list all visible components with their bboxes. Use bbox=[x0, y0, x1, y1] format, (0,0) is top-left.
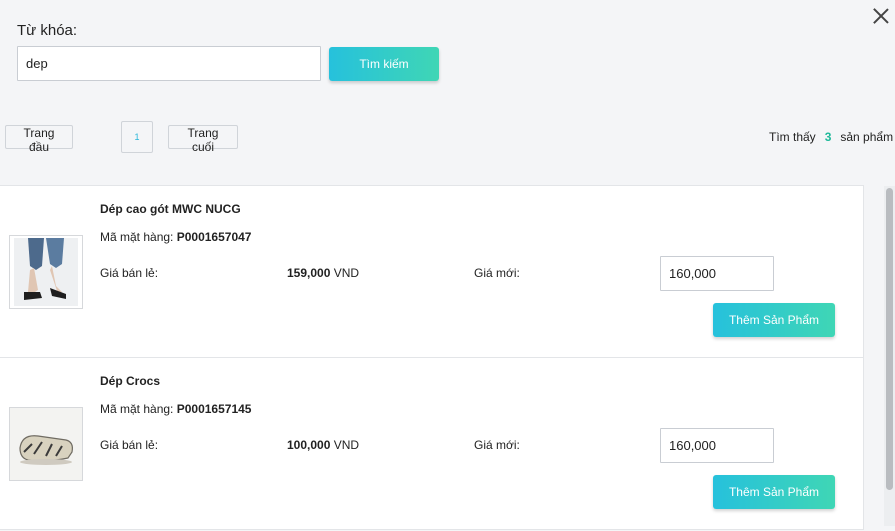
close-icon[interactable] bbox=[871, 6, 891, 26]
new-price-label: Giá mới: bbox=[474, 266, 520, 280]
retail-price-currency: VND bbox=[333, 438, 360, 452]
result-count-prefix: Tìm thấy bbox=[769, 130, 816, 144]
retail-price-label: Giá bán lẻ: bbox=[100, 438, 159, 452]
page-number-button[interactable]: 1 bbox=[121, 121, 153, 153]
product-code: Mã mặt hàng: P0001657145 bbox=[100, 402, 251, 416]
search-button[interactable]: Tìm kiếm bbox=[329, 47, 439, 81]
scrollbar-thumb[interactable] bbox=[886, 188, 893, 490]
results-scrollbar[interactable] bbox=[884, 186, 895, 526]
product-code-value: P0001657047 bbox=[176, 230, 252, 244]
keyword-label: Từ khóa: bbox=[17, 22, 78, 39]
product-card: Dép Crocs Mã mặt hàng: P0001657145 Giá b… bbox=[0, 357, 864, 530]
retail-price: 100,000 VND bbox=[287, 438, 359, 452]
result-count-value: 3 bbox=[824, 130, 832, 144]
product-list: Dép cao gót MWC NUCG Mã mặt hàng: P00016… bbox=[0, 185, 864, 531]
product-code-label: Mã mặt hàng: bbox=[100, 230, 174, 244]
product-name: Dép cao gót MWC NUCG bbox=[100, 202, 241, 216]
retail-price-label: Giá bán lẻ: bbox=[100, 266, 159, 280]
product-code: Mã mặt hàng: P0001657047 bbox=[100, 230, 251, 244]
add-product-button[interactable]: Thêm Sản Phẩm bbox=[713, 475, 835, 509]
product-card: Dép cao gót MWC NUCG Mã mặt hàng: P00016… bbox=[0, 185, 864, 358]
retail-price-amount: 159,000 bbox=[287, 266, 331, 280]
product-code-label: Mã mặt hàng: bbox=[100, 402, 174, 416]
product-name: Dép Crocs bbox=[100, 374, 161, 388]
first-page-button[interactable]: Trang đầu bbox=[5, 125, 73, 154]
result-count-suffix: sản phẩm bbox=[840, 130, 894, 144]
new-price-input[interactable] bbox=[660, 428, 774, 463]
last-page-button[interactable]: Trang cuối bbox=[168, 125, 238, 154]
add-product-button[interactable]: Thêm Sản Phẩm bbox=[713, 303, 835, 337]
retail-price: 159,000 VND bbox=[287, 266, 359, 280]
product-image bbox=[9, 235, 83, 309]
retail-price-amount: 100,000 bbox=[287, 438, 331, 452]
product-code-value: P0001657145 bbox=[176, 402, 252, 416]
product-image bbox=[9, 407, 83, 481]
result-count: Tìm thấy 3 sản phẩm bbox=[769, 130, 893, 144]
search-input[interactable] bbox=[17, 46, 321, 81]
new-price-label: Giá mới: bbox=[474, 438, 520, 452]
retail-price-currency: VND bbox=[333, 266, 360, 280]
new-price-input[interactable] bbox=[660, 256, 774, 291]
